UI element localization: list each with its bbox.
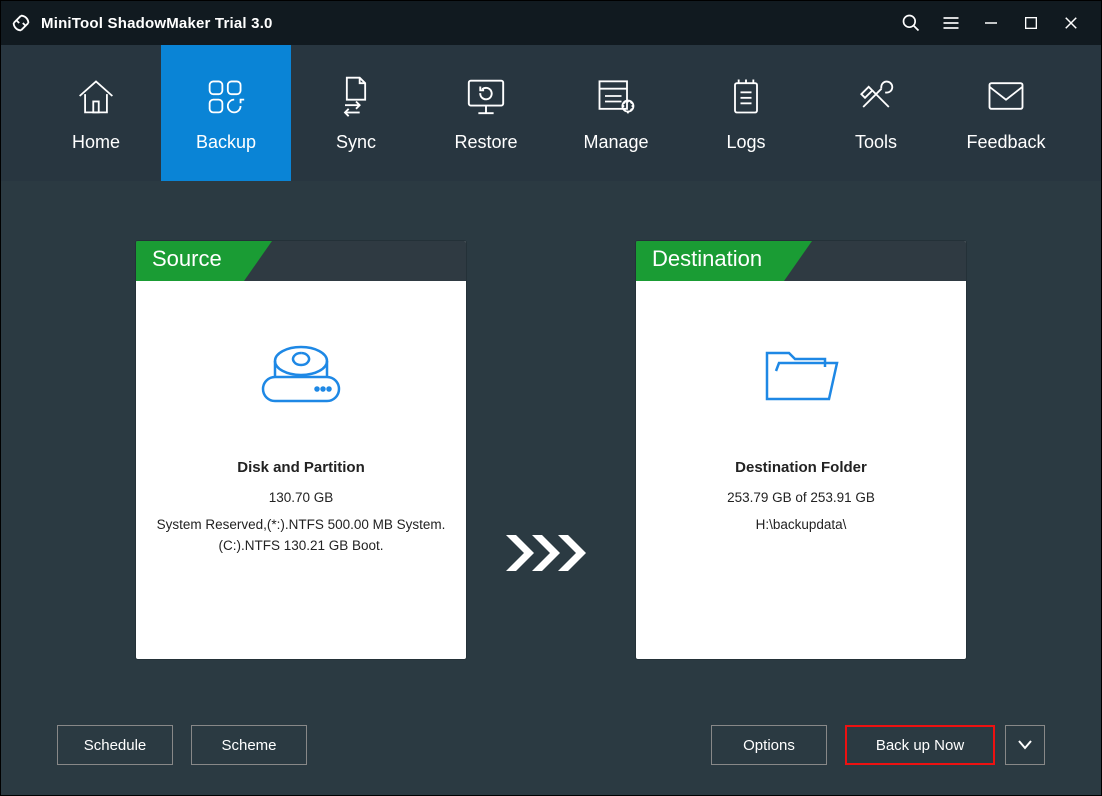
source-detail-1: System Reserved,(*:).NTFS 500.00 MB Syst… — [152, 515, 450, 536]
destination-title: Destination Folder — [652, 459, 950, 476]
scheme-button[interactable]: Scheme — [191, 725, 307, 765]
titlebar: MiniTool ShadowMaker Trial 3.0 — [1, 1, 1101, 45]
nav-home[interactable]: Home — [31, 45, 161, 181]
folder-icon — [652, 339, 950, 411]
window-title: MiniTool ShadowMaker Trial 3.0 — [41, 15, 273, 32]
options-button[interactable]: Options — [711, 725, 827, 765]
logs-icon — [726, 74, 766, 118]
nav-tools[interactable]: Tools — [811, 45, 941, 181]
nav-label: Restore — [454, 132, 517, 153]
feedback-icon — [984, 74, 1028, 118]
nav-feedback[interactable]: Feedback — [941, 45, 1071, 181]
backup-now-button[interactable]: Back up Now — [845, 725, 995, 765]
nav-label: Backup — [196, 132, 256, 153]
nav-label: Home — [72, 132, 120, 153]
disk-icon — [152, 339, 450, 411]
footer: Schedule Scheme Options Back up Now — [1, 695, 1101, 795]
maximize-button[interactable] — [1011, 1, 1051, 45]
backup-icon — [204, 74, 248, 118]
nav-label: Manage — [583, 132, 648, 153]
nav-manage[interactable]: Manage — [551, 45, 681, 181]
menu-button[interactable] — [931, 1, 971, 45]
source-title: Disk and Partition — [152, 459, 450, 476]
backup-dropdown-button[interactable] — [1005, 725, 1045, 765]
tools-icon — [854, 74, 898, 118]
source-detail-2: (C:).NTFS 130.21 GB Boot. — [152, 536, 450, 557]
navbar: Home Backup Sync Restore Manage — [1, 45, 1101, 181]
nav-backup[interactable]: Backup — [161, 45, 291, 181]
close-button[interactable] — [1051, 1, 1091, 45]
manage-icon — [594, 74, 638, 118]
nav-logs[interactable]: Logs — [681, 45, 811, 181]
sync-icon — [336, 74, 376, 118]
nav-label: Feedback — [966, 132, 1045, 153]
nav-label: Logs — [726, 132, 765, 153]
restore-icon — [463, 74, 509, 118]
nav-sync[interactable]: Sync — [291, 45, 421, 181]
arrow-icon — [506, 535, 596, 571]
content-area: Source Disk and Partition 130.70 GB — [1, 181, 1101, 695]
nav-label: Sync — [336, 132, 376, 153]
nav-label: Tools — [855, 132, 897, 153]
destination-card[interactable]: Destination Destination Folder 253.79 GB… — [636, 241, 966, 659]
source-header: Source — [136, 241, 466, 281]
minimize-button[interactable] — [971, 1, 1011, 45]
schedule-button[interactable]: Schedule — [57, 725, 173, 765]
destination-header: Destination — [636, 241, 966, 281]
source-tab-label: Source — [136, 241, 244, 281]
app-logo-icon — [9, 11, 33, 35]
destination-path: H:\backupdata\ — [652, 515, 950, 536]
search-button[interactable] — [891, 1, 931, 45]
source-card[interactable]: Source Disk and Partition 130.70 GB — [136, 241, 466, 659]
source-size: 130.70 GB — [152, 488, 450, 509]
home-icon — [74, 74, 118, 118]
destination-tab-label: Destination — [636, 241, 784, 281]
nav-restore[interactable]: Restore — [421, 45, 551, 181]
destination-size: 253.79 GB of 253.91 GB — [652, 488, 950, 509]
app-window: MiniTool ShadowMaker Trial 3.0 Home — [0, 0, 1102, 796]
